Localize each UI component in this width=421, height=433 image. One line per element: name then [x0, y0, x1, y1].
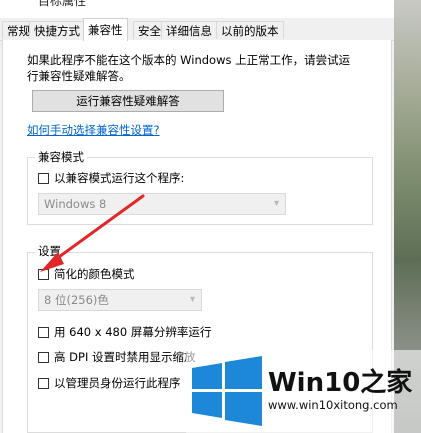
watermark-logo: Win10之家 www.win10xitong.com — [186, 350, 421, 433]
watermark-url: www.win10xitong.com — [268, 398, 398, 412]
watermark-title: Win10之家 — [268, 368, 413, 398]
windows-logo-icon — [192, 356, 262, 426]
tab-compatibility[interactable]: 兼容性 — [83, 18, 128, 41]
